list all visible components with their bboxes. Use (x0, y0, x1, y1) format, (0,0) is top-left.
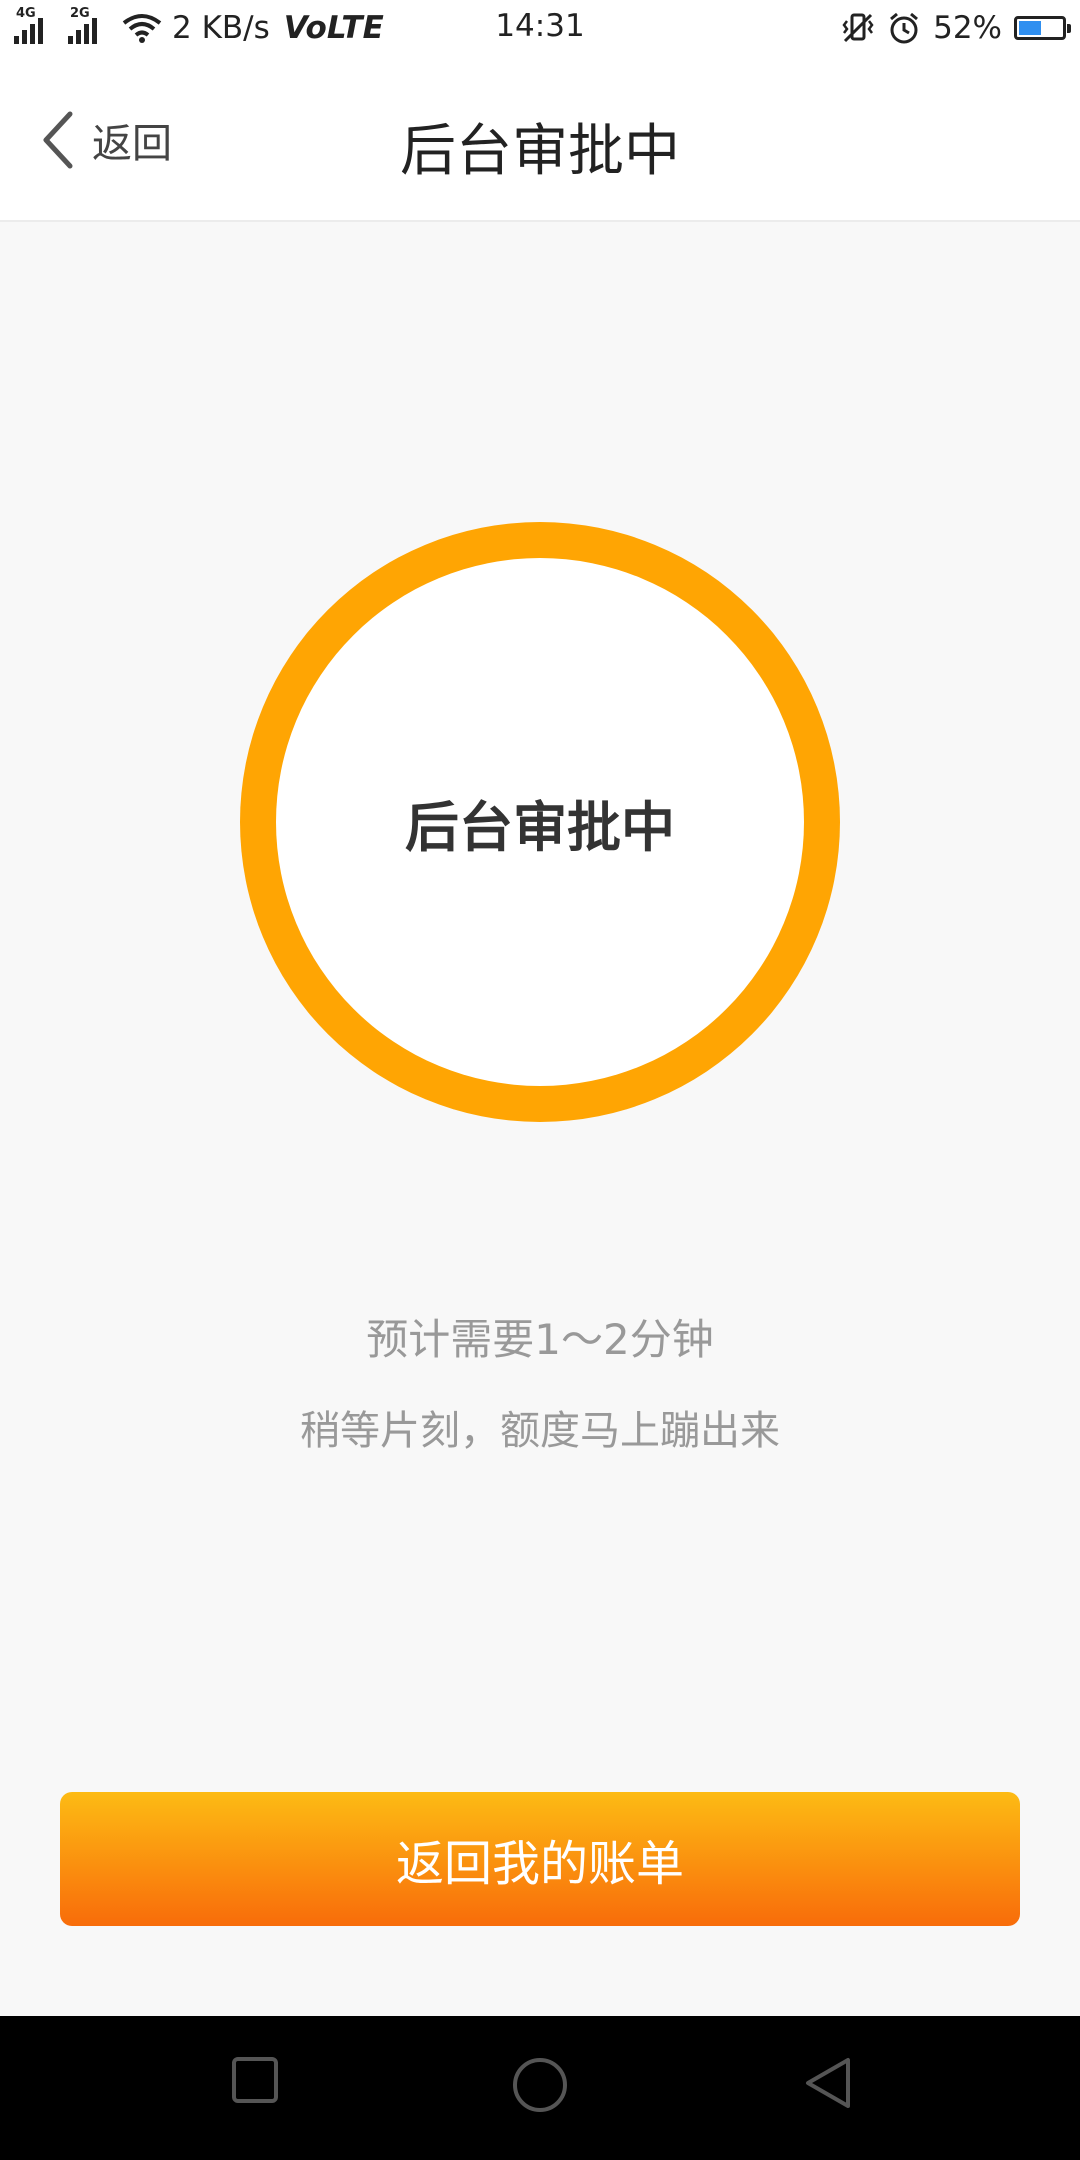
back-icon[interactable] (804, 2056, 852, 2110)
status-ring-label: 后台审批中 (405, 795, 675, 859)
back-to-my-bill-label: 返回我的账单 (395, 1836, 684, 1892)
battery-level-fill (1019, 21, 1041, 35)
page-title: 后台审批中 (400, 119, 680, 184)
back-to-my-bill-button[interactable]: 返回我的账单 (60, 1792, 1020, 1926)
recent-apps-icon[interactable] (231, 2056, 279, 2104)
status-right: 52% (841, 8, 1071, 48)
status-ring-center: 后台审批中 (276, 558, 804, 1086)
system-nav-bar (0, 2016, 1080, 2160)
wait-hint: 稍等片刻，额度马上蹦出来 (300, 1408, 780, 1454)
home-icon[interactable] (511, 2056, 569, 2114)
estimate-hint: 预计需要1～2分钟 (366, 1315, 714, 1364)
vibrate-icon (842, 13, 874, 43)
status-ring: 后台审批中 (240, 522, 840, 1122)
status-bar: 4G 2G 2 KB/s VoLTE 14:31 52% (0, 0, 1080, 56)
battery-icon (1014, 16, 1071, 40)
nav-bar: 返回 后台审批中 (0, 56, 1080, 222)
battery-percent: 52% (933, 10, 1002, 46)
alarm-icon (890, 12, 919, 44)
